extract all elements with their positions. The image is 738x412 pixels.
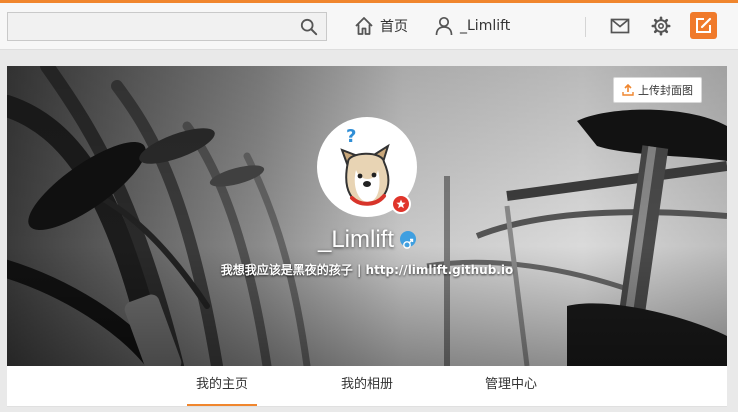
profile-username-text: _Limlift [317, 226, 395, 253]
profile-username: _Limlift [7, 226, 727, 254]
top-navigation-bar: 首页 _Limlift [0, 3, 738, 50]
user-icon [435, 16, 453, 36]
mail-button[interactable] [609, 15, 631, 37]
upload-cover-label: 上传封面图 [638, 84, 693, 97]
gear-icon [651, 16, 671, 36]
compose-icon [696, 17, 712, 33]
nav-home[interactable]: 首页 [354, 13, 408, 39]
upload-cover-button[interactable]: 上传封面图 [613, 77, 702, 103]
svg-text:?: ? [346, 126, 356, 147]
nav-user[interactable]: _Limlift [434, 13, 510, 39]
nav-divider [585, 17, 586, 37]
profile-bio: 我想我应该是黑夜的孩子 | http://limlift.github.io [220, 263, 514, 277]
search-box [7, 12, 327, 41]
male-icon [400, 230, 417, 249]
upload-icon [622, 84, 634, 96]
tab-management-center[interactable]: 管理中心 [475, 366, 547, 406]
star-badge-icon [391, 194, 411, 214]
mail-icon [610, 18, 630, 34]
tab-my-album[interactable]: 我的相册 [331, 366, 403, 406]
compose-button[interactable] [690, 12, 717, 39]
profile-tabs: 我的主页 我的相册 管理中心 [7, 366, 727, 407]
settings-button[interactable] [650, 15, 672, 37]
tab-my-home[interactable]: 我的主页 [187, 366, 257, 406]
nav-user-label: _Limlift [460, 18, 511, 34]
search-icon[interactable] [300, 18, 318, 36]
cover-image: 上传封面图 ? _Limlift 我想我应该是黑夜的孩子 | http://li… [7, 66, 727, 366]
search-input[interactable] [8, 13, 304, 40]
home-icon [355, 17, 373, 35]
nav-home-label: 首页 [380, 19, 408, 35]
